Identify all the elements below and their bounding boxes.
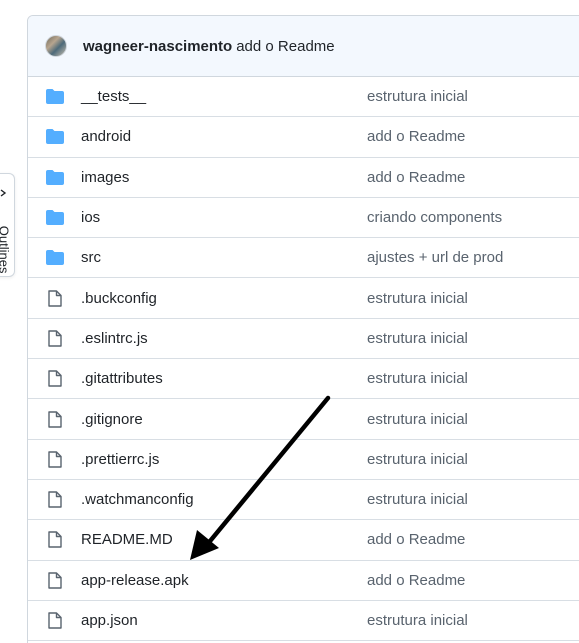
file-row[interactable]: .gitattributes estrutura inicial xyxy=(28,359,579,400)
commit-message-link[interactable]: estrutura inicial xyxy=(367,612,468,629)
file-name-link[interactable]: .gitattributes xyxy=(81,370,163,387)
folder-icon xyxy=(45,128,65,146)
commit-message-link[interactable]: estrutura inicial xyxy=(367,491,468,508)
file-row[interactable]: README.MD add o Readme xyxy=(28,520,579,561)
file-row[interactable]: .watchmanconfig estrutura inicial xyxy=(28,480,579,521)
file-icon xyxy=(45,491,65,509)
file-name-link[interactable]: app-release.apk xyxy=(81,572,189,589)
file-name-link[interactable]: .gitignore xyxy=(81,411,143,428)
file-rows: __tests__ estrutura inicial android add o R… xyxy=(28,77,579,642)
commit-message-link[interactable]: criando components xyxy=(367,209,502,226)
file-row[interactable]: src ajustes + url de prod xyxy=(28,238,579,279)
commit-message-link[interactable]: ajustes + url de prod xyxy=(367,249,503,266)
folder-icon xyxy=(45,249,65,267)
file-icon xyxy=(45,410,65,428)
commit-message-link[interactable]: estrutura inicial xyxy=(367,411,468,428)
commit-message[interactable]: add o Readme xyxy=(236,38,334,55)
folder-icon xyxy=(45,209,65,227)
outline-side-tab[interactable]: Outlines xyxy=(0,173,15,277)
file-list: wagneer-nascimento add o Readme __tests_… xyxy=(27,15,579,643)
commit-message-link[interactable]: estrutura inicial xyxy=(367,290,468,307)
file-name-link[interactable]: .prettierrc.js xyxy=(81,451,159,468)
file-row[interactable]: ios criando components xyxy=(28,198,579,239)
repo-file-browser: Outlines wagneer-nascimento add o Readme… xyxy=(0,0,579,643)
file-name-link[interactable]: __tests__ xyxy=(81,88,146,105)
file-row[interactable]: images add o Readme xyxy=(28,158,579,198)
file-row[interactable]: .eslintrc.js estrutura inicial xyxy=(28,319,579,360)
folder-icon xyxy=(45,168,65,186)
avatar[interactable] xyxy=(45,35,67,57)
side-tab-label: Outlines xyxy=(0,225,12,274)
file-name-link[interactable]: .buckconfig xyxy=(81,290,157,307)
file-icon xyxy=(45,531,65,549)
commit-message-link[interactable]: add o Readme xyxy=(367,572,465,589)
folder-icon xyxy=(45,88,65,106)
file-name-link[interactable]: ios xyxy=(81,209,100,226)
file-row[interactable]: .buckconfig estrutura inicial xyxy=(28,278,579,319)
latest-commit-header: wagneer-nascimento add o Readme xyxy=(28,16,579,77)
file-name-link[interactable]: .watchmanconfig xyxy=(81,491,194,508)
file-row[interactable]: app.json estrutura inicial xyxy=(28,601,579,642)
file-row[interactable]: .prettierrc.js estrutura inicial xyxy=(28,440,579,480)
commit-message-link[interactable]: add o Readme xyxy=(367,169,465,186)
commit-message-link[interactable]: estrutura inicial xyxy=(367,370,468,387)
file-name-link[interactable]: app.json xyxy=(81,612,138,629)
file-name-link[interactable]: android xyxy=(81,128,131,145)
file-icon xyxy=(45,571,65,589)
commit-message-link[interactable]: add o Readme xyxy=(367,128,465,145)
commit-message-link[interactable]: estrutura inicial xyxy=(367,330,468,347)
commit-message-link[interactable]: add o Readme xyxy=(367,531,465,548)
file-row[interactable]: android add o Readme xyxy=(28,117,579,158)
file-icon xyxy=(45,450,65,468)
file-name-link[interactable]: images xyxy=(81,169,129,186)
commit-message-link[interactable]: estrutura inicial xyxy=(367,88,468,105)
file-name-link[interactable]: .eslintrc.js xyxy=(81,330,148,347)
file-name-link[interactable]: src xyxy=(81,249,101,266)
commit-author[interactable]: wagneer-nascimento xyxy=(83,38,232,55)
file-icon xyxy=(45,289,65,307)
file-name-link[interactable]: README.MD xyxy=(81,531,173,548)
commit-message-link[interactable]: estrutura inicial xyxy=(367,451,468,468)
file-icon xyxy=(45,370,65,388)
file-row[interactable]: .gitignore estrutura inicial xyxy=(28,399,579,440)
file-row[interactable]: __tests__ estrutura inicial xyxy=(28,77,579,118)
file-icon xyxy=(45,329,65,347)
file-row[interactable]: app-release.apk add o Readme xyxy=(28,561,579,601)
file-icon xyxy=(45,612,65,630)
